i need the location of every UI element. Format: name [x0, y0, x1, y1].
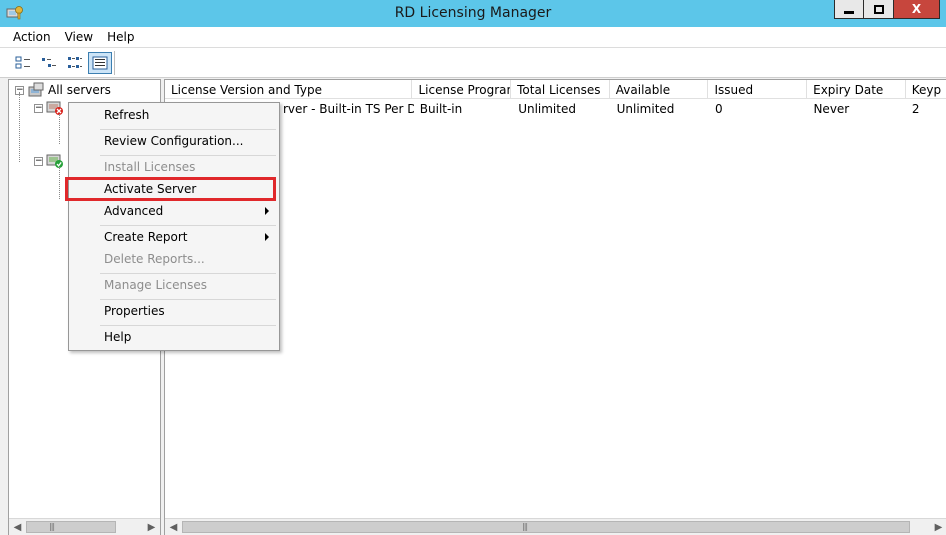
maximize-button[interactable] — [864, 0, 894, 19]
window-title: RD Licensing Manager — [394, 5, 552, 21]
list-icon — [68, 57, 82, 68]
details-view-button[interactable] — [88, 52, 112, 74]
menu-item-create-report-label: Create Report — [104, 230, 188, 244]
tree-connector — [59, 114, 60, 144]
scroll-right-icon[interactable]: ▶ — [143, 519, 160, 535]
license-list-pane: License Version and Type License Program… — [164, 79, 946, 535]
toolbar — [0, 48, 946, 78]
table-row[interactable]: rver - Built-in TS Per De… Built-in Unli… — [165, 101, 946, 119]
large-icons-icon — [15, 56, 30, 69]
tree-label-all-servers: All servers — [48, 83, 111, 97]
list-horizontal-scrollbar[interactable]: ◀ ||| ▶ — [165, 518, 946, 535]
close-button[interactable]: X — [894, 0, 940, 19]
list-header: License Version and Type License Program… — [165, 80, 946, 99]
collapse-icon[interactable]: − — [34, 156, 43, 166]
menu-item-refresh[interactable]: Refresh — [71, 105, 277, 127]
menu-item-delete-reports: Delete Reports... — [104, 252, 205, 266]
small-icons-view-button[interactable] — [37, 52, 61, 74]
scroll-left-icon[interactable]: ◀ — [9, 519, 26, 535]
tree-node-all-servers[interactable]: − All servers — [15, 81, 111, 99]
details-icon — [92, 56, 108, 70]
menu-separator — [100, 325, 276, 326]
column-keypack[interactable]: Keyp — [906, 80, 946, 99]
menu-separator — [100, 299, 276, 300]
column-license-version[interactable]: License Version and Type — [165, 80, 413, 99]
menu-separator — [100, 225, 276, 226]
menu-item-properties[interactable]: Properties — [71, 301, 277, 323]
menu-help[interactable]: Help — [100, 27, 141, 47]
column-expiry-date[interactable]: Expiry Date — [807, 80, 906, 99]
tree-connector — [59, 167, 60, 199]
submenu-arrow-icon — [265, 233, 269, 241]
column-issued[interactable]: Issued — [708, 80, 808, 99]
menu-item-review-configuration[interactable]: Review Configuration... — [71, 131, 277, 153]
menu-action[interactable]: Action — [6, 27, 58, 47]
server-error-icon — [46, 101, 63, 115]
cell-issued: 0 — [715, 102, 723, 116]
cell-license-program: Built-in — [419, 102, 463, 116]
column-license-program[interactable]: License Program — [412, 80, 512, 99]
maximize-icon — [873, 4, 884, 14]
scroll-thumb[interactable] — [182, 521, 910, 533]
menu-item-create-report[interactable]: Create Report — [71, 227, 277, 249]
small-icons-icon — [42, 58, 56, 67]
scroll-grip-icon: ||| — [49, 522, 55, 531]
scroll-thumb[interactable] — [26, 521, 116, 533]
list-view-button[interactable] — [63, 52, 87, 74]
menu-separator — [100, 155, 276, 156]
server-ok-icon — [46, 154, 63, 168]
menu-item-advanced-label: Advanced — [104, 204, 164, 218]
cell-keypack: 2 — [911, 102, 920, 116]
menu-view[interactable]: View — [58, 27, 100, 47]
menu-bar: Action View Help — [0, 27, 946, 48]
menu-item-advanced[interactable]: Advanced — [71, 201, 277, 223]
submenu-arrow-icon — [265, 207, 269, 215]
context-menu: Refresh Review Configuration... Install … — [68, 102, 280, 351]
cell-total-licenses: Unlimited — [518, 102, 576, 116]
tree-horizontal-scrollbar[interactable]: ◀ ||| ▶ — [9, 518, 160, 535]
cell-expiry-date: Never — [813, 102, 850, 116]
close-icon: X — [911, 2, 922, 16]
minimize-icon — [844, 10, 854, 14]
minimize-button[interactable] — [834, 0, 864, 19]
scroll-left-icon[interactable]: ◀ — [165, 519, 182, 535]
toolbar-separator — [114, 51, 115, 75]
menu-separator — [100, 129, 276, 130]
cell-available: Unlimited — [616, 102, 675, 116]
servers-group-icon — [28, 82, 44, 97]
menu-item-install-licenses: Install Licenses — [104, 160, 196, 174]
scroll-right-icon[interactable]: ▶ — [930, 519, 946, 535]
collapse-icon[interactable]: − — [34, 103, 43, 113]
window-controls: X — [834, 0, 940, 19]
large-icons-view-button[interactable] — [11, 52, 35, 74]
column-total-licenses[interactable]: Total Licenses — [511, 80, 610, 99]
tree-connector — [19, 92, 20, 162]
column-available[interactable]: Available — [610, 80, 709, 99]
menu-separator — [100, 273, 276, 274]
scroll-grip-icon: ||| — [522, 522, 528, 531]
menu-item-manage-licenses: Manage Licenses — [104, 278, 207, 292]
activate-server-highlight — [65, 177, 276, 201]
title-bar: RD Licensing Manager X — [0, 0, 946, 27]
menu-item-help[interactable]: Help — [71, 327, 277, 349]
